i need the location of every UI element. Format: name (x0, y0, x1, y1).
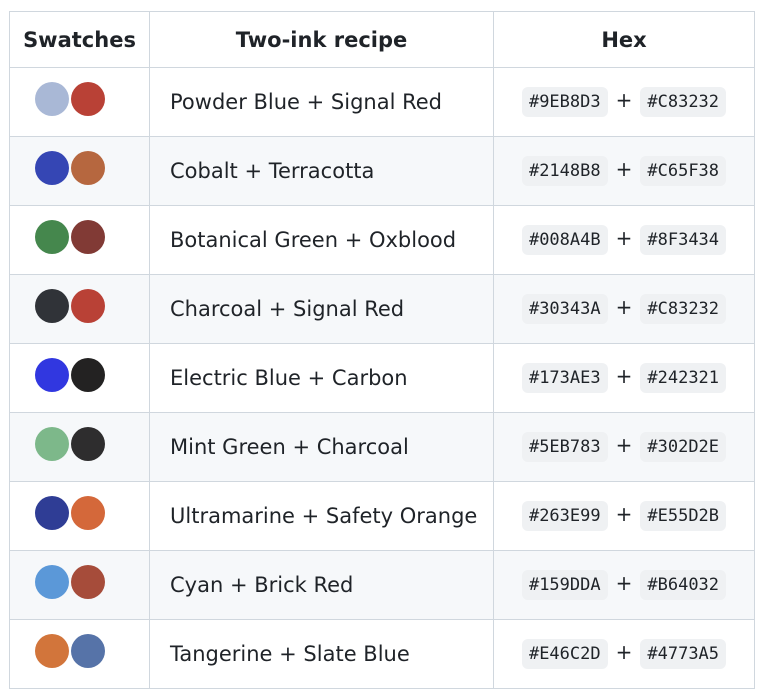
hex-code-primary: #2148B8 (521, 156, 608, 186)
hex-code-secondary: #8F3434 (640, 225, 727, 255)
hex-cell: #2148B8 + #C65F38 (493, 136, 755, 206)
swatch-cell (9, 67, 150, 137)
hex-code-secondary: #C83232 (640, 294, 727, 324)
swatch-pair (35, 82, 105, 116)
plus-sign: + (615, 295, 633, 319)
swatch-cell (9, 481, 150, 551)
hex-code-secondary: #B64032 (640, 570, 727, 600)
recipe-name: Cobalt + Terracotta (149, 136, 494, 206)
plus-sign: + (615, 364, 633, 388)
table-row: Powder Blue + Signal Red #9EB8D3 + #C83232 (9, 67, 755, 137)
table-row: Ultramarine + Safety Orange #263E99 + #E55D… (9, 481, 755, 551)
hex-cell: #263E99 + #E55D2B (493, 481, 755, 551)
plus-sign: + (615, 571, 633, 595)
color-swatch-primary (35, 496, 69, 530)
color-swatch-secondary (71, 220, 105, 254)
hex-cell: #30343A + #C83232 (493, 274, 755, 344)
hex-cell: #008A4B + #8F3434 (493, 205, 755, 275)
color-swatch-secondary (71, 358, 105, 392)
hex-code-secondary: #242321 (640, 363, 727, 393)
hex-code-secondary: #C65F38 (640, 156, 727, 186)
palette-table-container: Swatches Two-ink recipe Hex Powder Blue … (9, 11, 755, 689)
hex-code-secondary: #E55D2B (640, 501, 727, 531)
swatch-pair (35, 634, 105, 668)
hex-code-primary: #5EB783 (521, 432, 608, 462)
table-row: Cyan + Brick Red #159DDA + #B64032 (9, 550, 755, 620)
hex-code-primary: #263E99 (521, 501, 608, 531)
hex-cell: #173AE3 + #242321 (493, 343, 755, 413)
color-swatch-secondary (71, 634, 105, 668)
swatch-cell (9, 274, 150, 344)
table-header-row: Swatches Two-ink recipe Hex (9, 11, 755, 68)
hex-cell: #159DDA + #B64032 (493, 550, 755, 620)
plus-sign: + (615, 433, 633, 457)
swatch-cell (9, 343, 150, 413)
hex-cell: #E46C2D + #4773A5 (493, 619, 755, 689)
hex-code-primary: #008A4B (521, 225, 608, 255)
color-swatch-secondary (71, 427, 105, 461)
table-row: Charcoal + Signal Red #30343A + #C83232 (9, 274, 755, 344)
color-swatch-primary (35, 289, 69, 323)
hex-code-secondary: #302D2E (640, 432, 727, 462)
recipe-name: Electric Blue + Carbon (149, 343, 494, 413)
color-swatch-secondary (71, 496, 105, 530)
swatch-cell (9, 412, 150, 482)
table-row: Tangerine + Slate Blue #E46C2D + #4773A5 (9, 619, 755, 689)
color-swatch-primary (35, 220, 69, 254)
recipe-name: Mint Green + Charcoal (149, 412, 494, 482)
hex-code-primary: #159DDA (521, 570, 608, 600)
color-swatch-primary (35, 151, 69, 185)
swatch-cell (9, 619, 150, 689)
palette-table: Swatches Two-ink recipe Hex Powder Blue … (9, 11, 755, 689)
swatch-pair (35, 565, 105, 599)
hex-code-primary: #30343A (521, 294, 608, 324)
color-swatch-secondary (71, 151, 105, 185)
header-swatches: Swatches (9, 11, 150, 68)
hex-code-secondary: #4773A5 (640, 639, 727, 669)
plus-sign: + (615, 640, 633, 664)
color-swatch-primary (35, 565, 69, 599)
recipe-name: Botanical Green + Oxblood (149, 205, 494, 275)
plus-sign: + (615, 88, 633, 112)
plus-sign: + (615, 226, 633, 250)
hex-cell: #9EB8D3 + #C83232 (493, 67, 755, 137)
swatch-pair (35, 151, 105, 185)
hex-code-primary: #9EB8D3 (521, 87, 608, 117)
color-swatch-secondary (71, 82, 105, 116)
recipe-name: Powder Blue + Signal Red (149, 67, 494, 137)
color-swatch-secondary (71, 565, 105, 599)
swatch-cell (9, 136, 150, 206)
hex-cell: #5EB783 + #302D2E (493, 412, 755, 482)
swatch-pair (35, 427, 105, 461)
recipe-name: Cyan + Brick Red (149, 550, 494, 620)
swatch-pair (35, 220, 105, 254)
recipe-name: Tangerine + Slate Blue (149, 619, 494, 689)
swatch-pair (35, 289, 105, 323)
table-row: Botanical Green + Oxblood #008A4B + #8F3434 (9, 205, 755, 275)
color-swatch-primary (35, 634, 69, 668)
header-hex: Hex (493, 11, 755, 68)
swatch-cell (9, 550, 150, 620)
table-row: Electric Blue + Carbon #173AE3 + #242321 (9, 343, 755, 413)
swatch-pair (35, 358, 105, 392)
color-swatch-primary (35, 358, 69, 392)
swatch-cell (9, 205, 150, 275)
table-row: Cobalt + Terracotta #2148B8 + #C65F38 (9, 136, 755, 206)
swatch-pair (35, 496, 105, 530)
recipe-name: Charcoal + Signal Red (149, 274, 494, 344)
table-row: Mint Green + Charcoal #5EB783 + #302D2E (9, 412, 755, 482)
recipe-name: Ultramarine + Safety Orange (149, 481, 494, 551)
hex-code-primary: #173AE3 (521, 363, 608, 393)
hex-code-primary: #E46C2D (521, 639, 608, 669)
color-swatch-primary (35, 82, 69, 116)
color-swatch-primary (35, 427, 69, 461)
plus-sign: + (615, 157, 633, 181)
hex-code-secondary: #C83232 (640, 87, 727, 117)
header-recipe: Two-ink recipe (149, 11, 494, 68)
plus-sign: + (615, 502, 633, 526)
color-swatch-secondary (71, 289, 105, 323)
table-body: Powder Blue + Signal Red #9EB8D3 + #C83232 C… (9, 67, 755, 689)
